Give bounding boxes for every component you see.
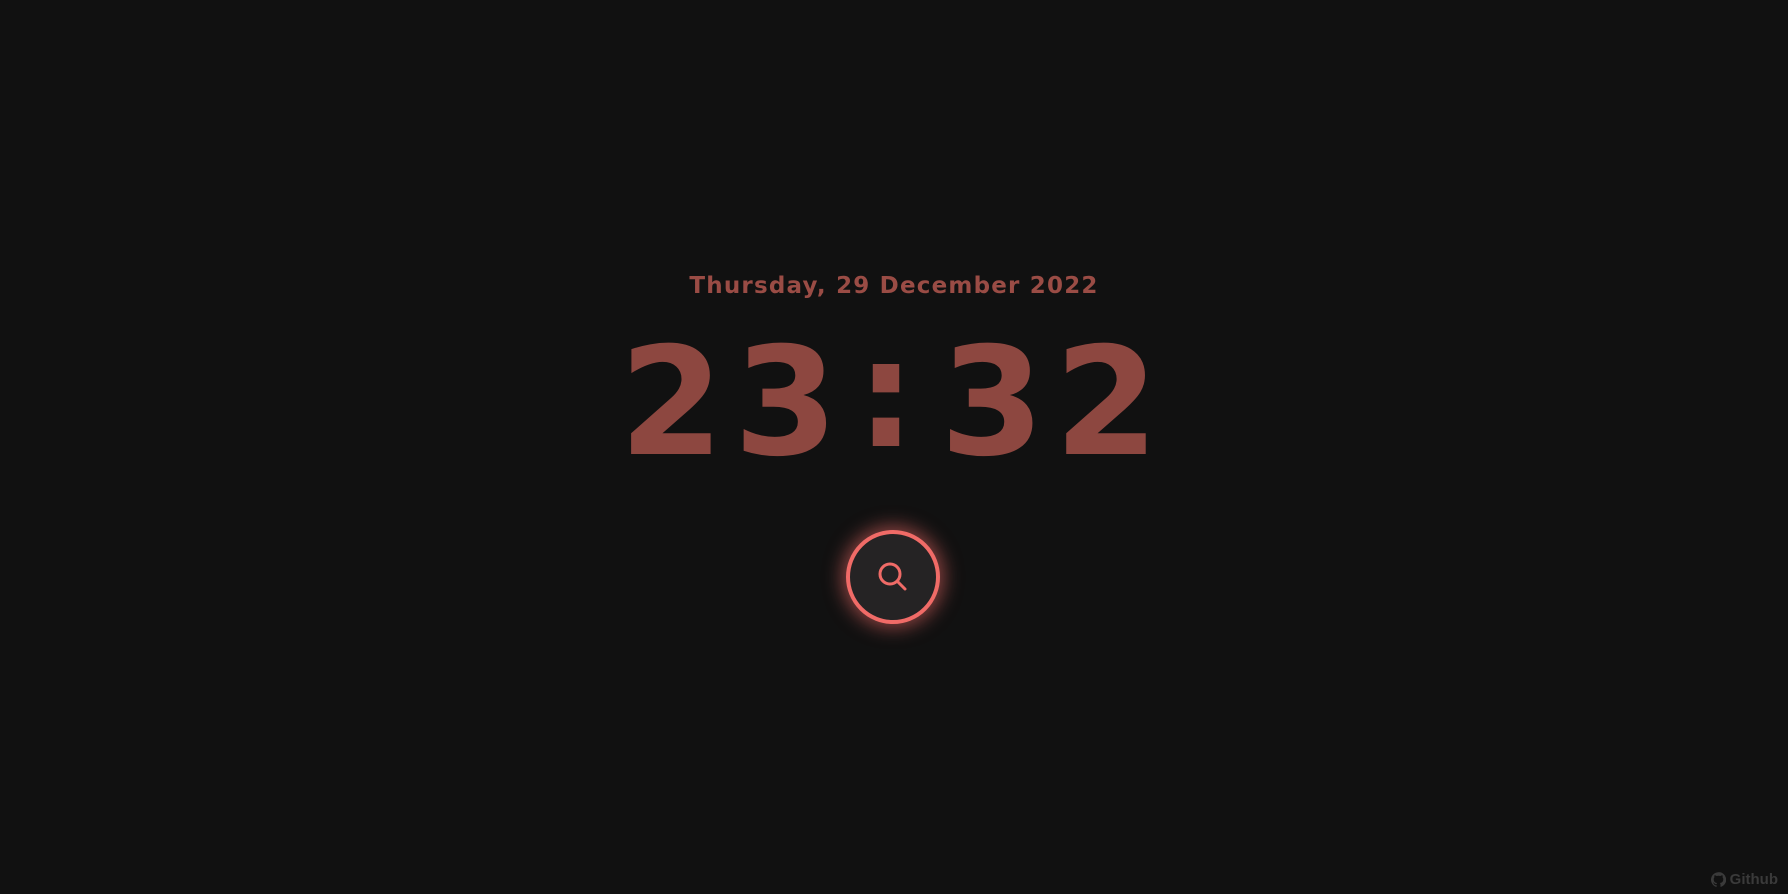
github-link[interactable]: Github [1710,871,1778,888]
hours-value: 23 [619,316,848,490]
time-display: 23 : 32 [0,310,1788,490]
github-icon [1710,872,1726,887]
minutes-value: 32 [940,316,1169,490]
date-label: Thursday, 29 December 2022 [689,273,1099,299]
clock-container: Thursday, 29 December 2022 23 : 32 [0,0,1788,894]
github-label: Github [1729,871,1778,888]
time-separator: : [856,308,926,482]
search-button[interactable] [846,530,940,624]
search-icon [878,562,907,591]
